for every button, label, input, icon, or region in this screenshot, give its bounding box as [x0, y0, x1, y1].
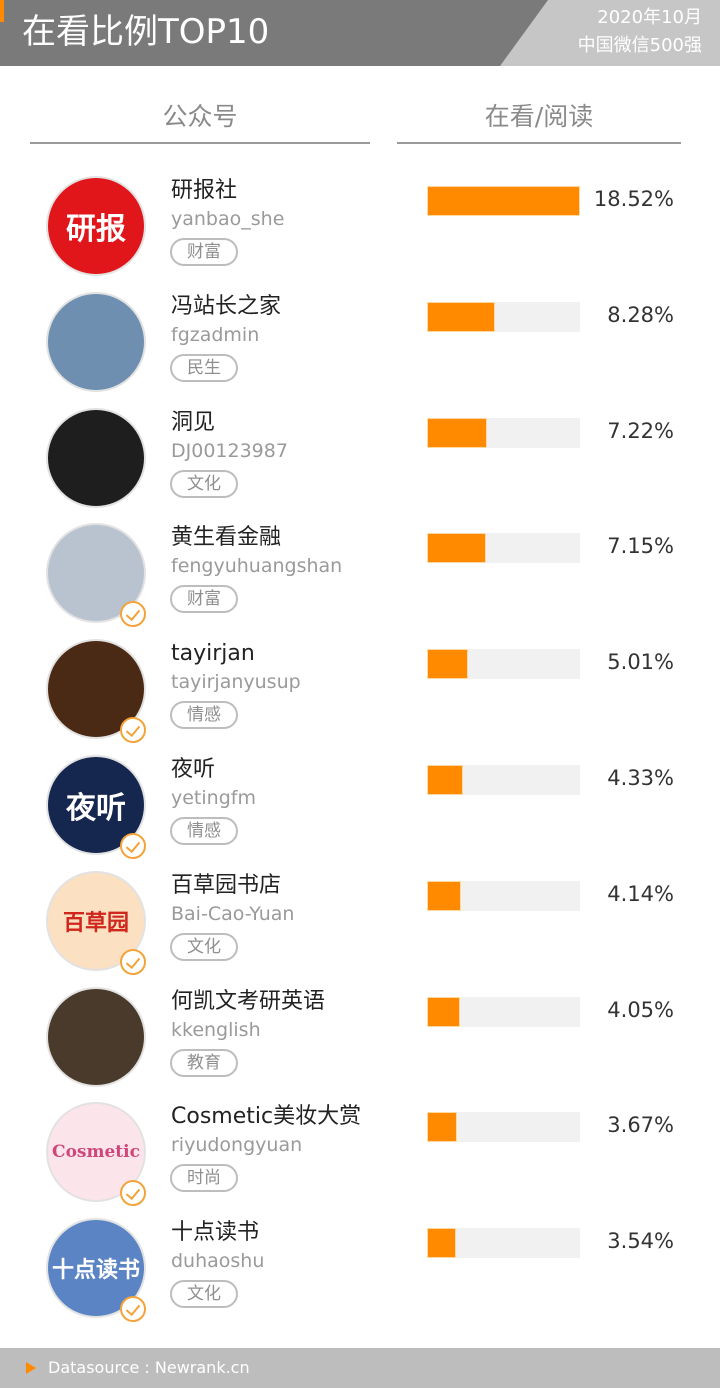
verified-check-icon — [120, 1180, 146, 1206]
table-row[interactable]: 百草园 百草园书店 Bai-Cao-Yuan 文化 4.14% — [0, 867, 720, 983]
table-row[interactable]: 十点读书 十点读书 duhaoshu 文化 3.54% — [0, 1214, 720, 1330]
bar — [427, 881, 461, 911]
table-row[interactable]: 冯站长之家 fgzadmin 民生 8.28% — [0, 288, 720, 404]
account-name[interactable]: 何凯文考研英语 — [171, 987, 325, 1017]
avatar-container — [46, 408, 146, 508]
category-tag[interactable]: 文化 — [170, 933, 238, 961]
header-subtitle: 中国微信500强 — [577, 35, 702, 56]
verified-check-icon — [120, 949, 146, 975]
account-name[interactable]: 十点读书 — [171, 1218, 259, 1248]
avatar[interactable] — [46, 408, 146, 508]
verified-check-icon — [120, 1296, 146, 1322]
data-label: 8.28% — [607, 303, 674, 327]
account-name[interactable]: Cosmetic美妆大赏 — [171, 1102, 361, 1132]
data-label: 5.01% — [607, 650, 674, 674]
category-tag[interactable]: 情感 — [170, 817, 238, 845]
table-row[interactable]: 夜听 夜听 yetingfm 情感 4.33% — [0, 751, 720, 867]
bar — [427, 649, 468, 679]
avatar-logo-text: 研报 — [66, 212, 126, 247]
account-name[interactable]: 百草园书店 — [171, 871, 281, 901]
category-tag[interactable]: 财富 — [170, 238, 238, 266]
data-label: 7.15% — [607, 534, 674, 558]
avatar-container — [46, 987, 146, 1087]
category-tag[interactable]: 情感 — [170, 701, 238, 729]
play-triangle-icon — [26, 1362, 36, 1374]
bar — [427, 418, 487, 448]
bar — [427, 1228, 456, 1258]
account-handle: fengyuhuangshan — [171, 555, 343, 577]
page-title: 在看比例TOP10 — [22, 12, 270, 52]
avatar-container: 十点读书 — [46, 1218, 146, 1322]
table-row[interactable]: 何凯文考研英语 kkenglish 教育 4.05% — [0, 983, 720, 1099]
avatar-container: Cosmetic — [46, 1102, 146, 1206]
data-label: 18.52% — [593, 187, 674, 211]
account-name[interactable]: 黄生看金融 — [171, 523, 281, 553]
category-tag[interactable]: 文化 — [170, 1280, 238, 1308]
avatar-logo-text — [48, 294, 144, 390]
account-handle: riyudongyuan — [171, 1134, 303, 1156]
column-divider-account — [30, 142, 370, 144]
account-handle: duhaoshu — [171, 1250, 265, 1272]
verified-check-icon — [120, 601, 146, 627]
category-tag[interactable]: 时尚 — [170, 1164, 238, 1192]
data-label: 4.05% — [607, 998, 674, 1022]
avatar[interactable]: 研报 — [46, 176, 146, 276]
verified-check-icon — [120, 833, 146, 859]
data-label: 4.33% — [607, 766, 674, 790]
avatar[interactable] — [46, 987, 146, 1087]
bar — [427, 186, 580, 216]
table-row[interactable]: tayirjan tayirjanyusup 情感 5.01% — [0, 635, 720, 751]
account-handle: kkenglish — [171, 1019, 261, 1041]
header-date-panel: 2020年10月 中国微信500强 — [500, 0, 720, 66]
account-handle: yanbao_she — [171, 208, 285, 230]
category-tag[interactable]: 民生 — [170, 354, 238, 382]
column-header-account: 公众号 — [162, 102, 238, 131]
category-tag[interactable]: 文化 — [170, 470, 238, 498]
avatar-container — [46, 639, 146, 743]
footer-bar: Datasource : Newrank.cn — [0, 1348, 720, 1388]
header-accent-mark — [0, 0, 4, 22]
account-name[interactable]: tayirjan — [171, 639, 255, 669]
header-bar: 在看比例TOP10 2020年10月 中国微信500强 — [0, 0, 720, 66]
column-divider-ratio — [397, 142, 681, 144]
avatar[interactable] — [46, 292, 146, 392]
avatar-logo-text — [48, 989, 144, 1085]
data-label: 3.67% — [607, 1113, 674, 1137]
account-name[interactable]: 研报社 — [171, 176, 237, 206]
column-header-ratio: 在看/阅读 — [484, 102, 594, 131]
table-row[interactable]: Cosmetic Cosmetic美妆大赏 riyudongyuan 时尚 3.67% — [0, 1098, 720, 1214]
data-label: 3.54% — [607, 1229, 674, 1253]
bar — [427, 302, 495, 332]
avatar-container — [46, 523, 146, 627]
header-date: 2020年10月 — [597, 7, 702, 28]
bar — [427, 997, 460, 1027]
account-name[interactable]: 夜听 — [171, 755, 215, 785]
avatar-container: 百草园 — [46, 871, 146, 975]
bar — [427, 533, 486, 563]
avatar-logo-text — [48, 410, 144, 506]
table-row[interactable]: 黄生看金融 fengyuhuangshan 财富 7.15% — [0, 519, 720, 635]
account-handle: fgzadmin — [171, 324, 260, 346]
bar — [427, 1112, 457, 1142]
account-handle: tayirjanyusup — [171, 671, 301, 693]
account-handle: Bai-Cao-Yuan — [171, 903, 295, 925]
avatar-container: 研报 — [46, 176, 146, 276]
data-label: 4.14% — [607, 882, 674, 906]
data-source: Datasource : Newrank.cn — [48, 1358, 250, 1377]
table-row[interactable]: 研报 研报社 yanbao_she 财富 18.52% — [0, 172, 720, 288]
account-name[interactable]: 冯站长之家 — [171, 292, 281, 322]
verified-check-icon — [120, 717, 146, 743]
account-handle: DJ00123987 — [171, 440, 288, 462]
data-label: 7.22% — [607, 419, 674, 443]
category-tag[interactable]: 财富 — [170, 585, 238, 613]
bar — [427, 765, 463, 795]
avatar-container: 夜听 — [46, 755, 146, 859]
category-tag[interactable]: 教育 — [170, 1049, 238, 1077]
account-handle: yetingfm — [171, 787, 256, 809]
table-row[interactable]: 洞见 DJ00123987 文化 7.22% — [0, 404, 720, 520]
account-name[interactable]: 洞见 — [171, 408, 215, 438]
avatar-container — [46, 292, 146, 392]
